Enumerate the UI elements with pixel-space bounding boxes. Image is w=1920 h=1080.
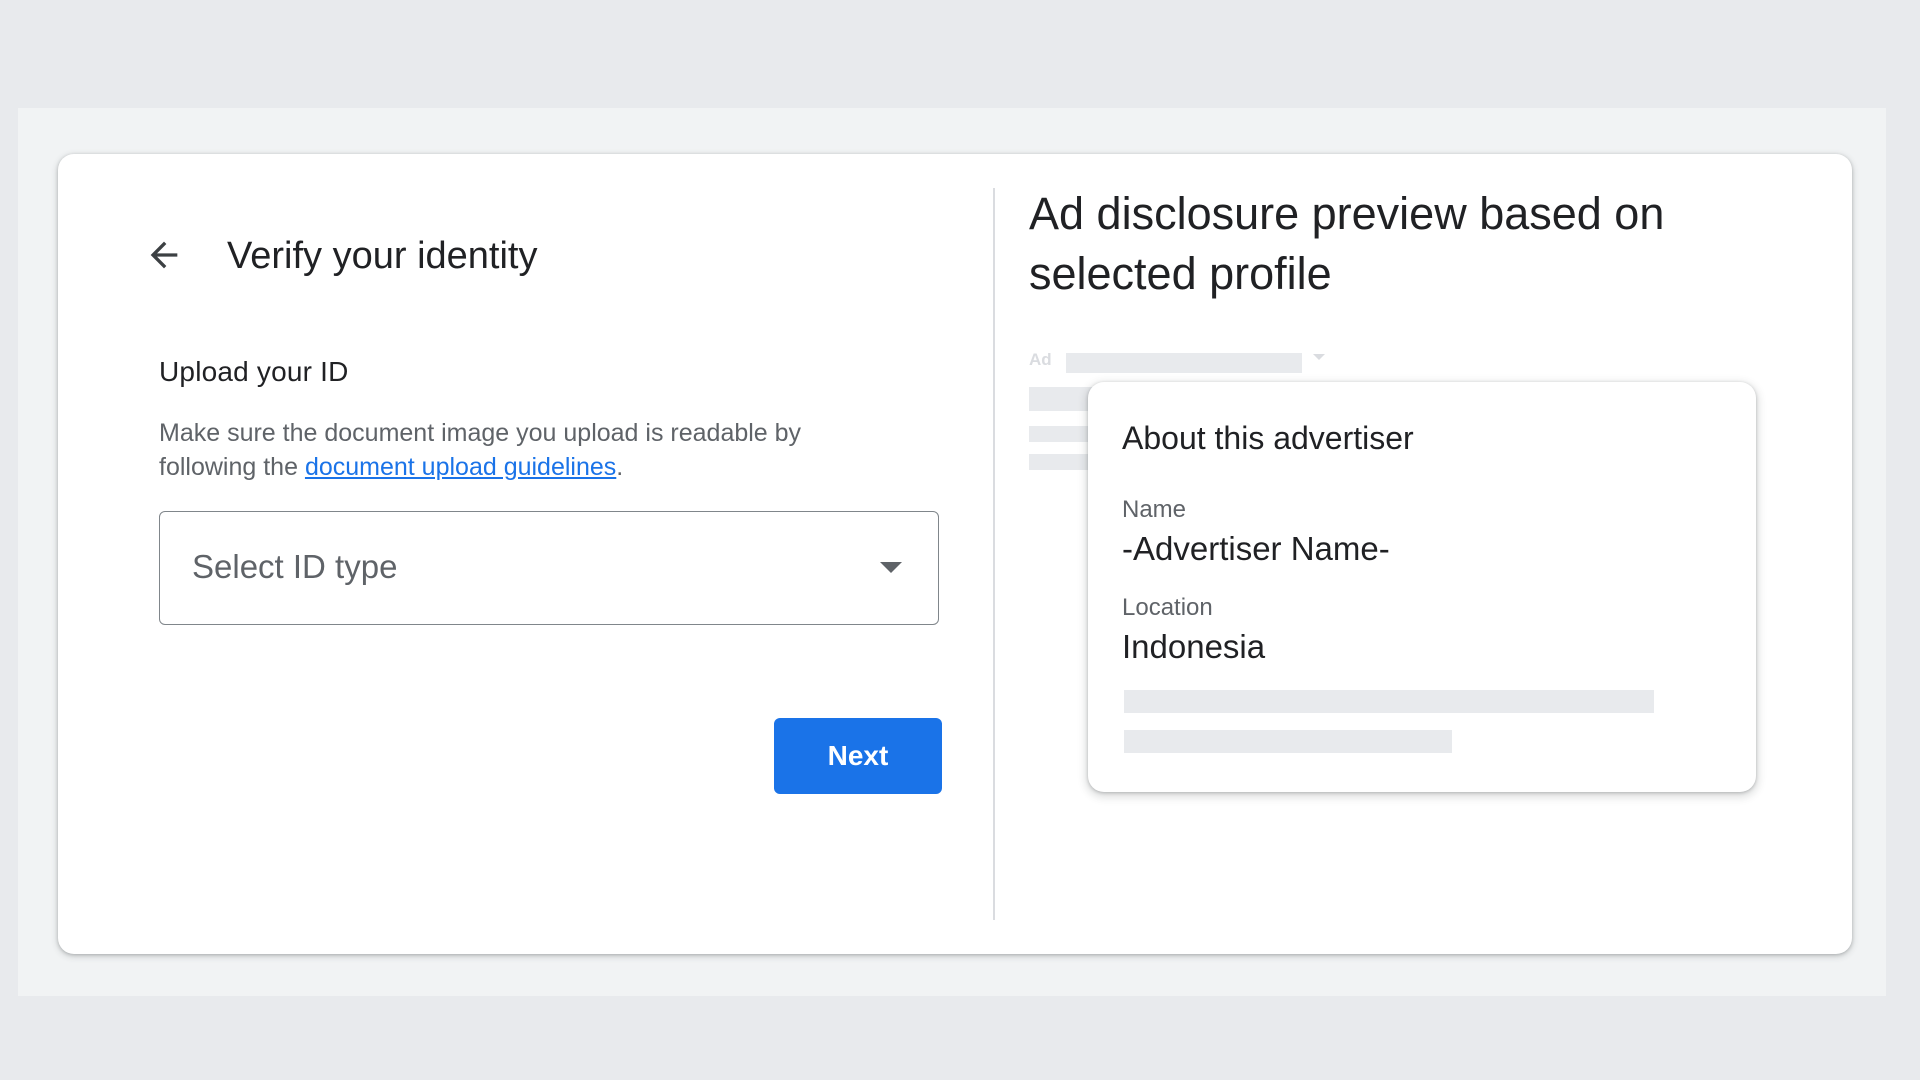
- pane-divider: [993, 188, 995, 920]
- location-value: Indonesia: [1122, 628, 1266, 665]
- page-title: Verify your identity: [227, 235, 538, 277]
- location-label: Location: [1122, 594, 1213, 621]
- name-value: -Advertiser Name-: [1122, 530, 1390, 567]
- skeleton-advertiser-line: [1066, 353, 1302, 373]
- verify-identity-card: Verify your identity Upload your ID Make…: [58, 154, 1852, 954]
- ad-label: Ad: [1029, 350, 1052, 369]
- back-button[interactable]: [138, 229, 190, 281]
- section-title: Upload your ID: [159, 356, 349, 387]
- skeleton-dropdown-icon: [1313, 354, 1325, 360]
- arrow-back-icon: [150, 241, 178, 269]
- document-upload-guidelines-link[interactable]: document upload guidelines: [305, 453, 616, 481]
- skeleton-card-line: [1124, 730, 1452, 753]
- skeleton-card-line: [1124, 690, 1654, 713]
- preview-title: Ad disclosure preview based on selected …: [1029, 188, 1665, 299]
- arrow-drop-down-icon: [880, 562, 902, 573]
- helper-text-suffix: .: [616, 453, 624, 481]
- id-type-select[interactable]: Select ID type: [159, 511, 939, 625]
- name-label: Name: [1122, 496, 1187, 523]
- about-advertiser-title: About this advertiser: [1122, 420, 1414, 456]
- id-type-select-placeholder: Select ID type: [192, 548, 398, 585]
- about-advertiser-card: About this advertiser Name -Advertiser N…: [1088, 382, 1756, 792]
- helper-text: Make sure the document image you upload …: [159, 416, 879, 484]
- page-backdrop: Verify your identity Upload your ID Make…: [18, 108, 1886, 996]
- next-button[interactable]: Next: [774, 718, 942, 794]
